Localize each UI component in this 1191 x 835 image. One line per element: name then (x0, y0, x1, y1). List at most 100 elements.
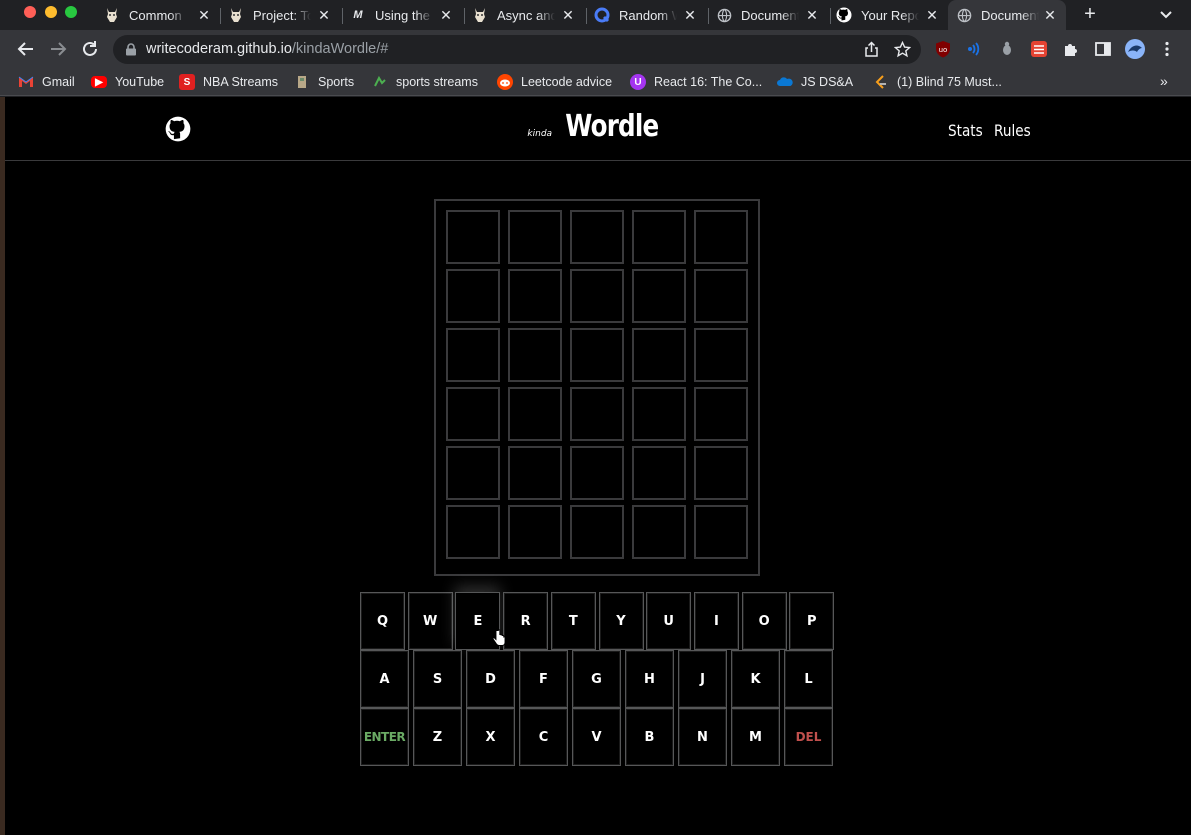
key-g[interactable]: G (572, 650, 621, 708)
browser-tab[interactable]: Your Repo ✕ (836, 0, 948, 30)
board-tile (570, 269, 624, 323)
tab-close-icon[interactable]: ✕ (682, 7, 698, 23)
tab-close-icon[interactable]: ✕ (196, 7, 212, 23)
site-header: kinda Wordle Stats Rules (5, 97, 1191, 161)
browser-tab[interactable]: Common ✕ (104, 0, 220, 30)
audio-extension-icon[interactable] (966, 40, 984, 58)
lock-icon[interactable] (125, 43, 137, 56)
key-h[interactable]: H (625, 650, 674, 708)
key-c[interactable]: C (519, 708, 568, 766)
key-p[interactable]: P (789, 592, 835, 650)
bug-extension-icon[interactable] (998, 40, 1016, 58)
key-m[interactable]: M (731, 708, 780, 766)
browser-tab[interactable]: M Using the ✕ (350, 0, 462, 30)
bookmark-sports-streams[interactable]: sports streams (372, 73, 478, 91)
udemy-icon: U (630, 74, 646, 90)
key-y[interactable]: Y (598, 592, 644, 650)
reload-icon[interactable] (81, 40, 99, 58)
key-enter[interactable]: ENTER (360, 708, 409, 766)
tab-divider (342, 8, 343, 24)
board-tile (446, 387, 500, 441)
key-b[interactable]: B (625, 708, 674, 766)
board-tile (632, 446, 686, 500)
bookmark-blind-75[interactable]: (1) Blind 75 Must... (873, 73, 1002, 91)
key-v[interactable]: V (572, 708, 621, 766)
key-u[interactable]: U (646, 592, 692, 650)
chevron-down-icon[interactable] (1158, 6, 1174, 22)
bookmark-gmail[interactable]: Gmail (18, 73, 75, 91)
more-bookmarks-button[interactable]: » (1160, 73, 1168, 89)
profile-avatar[interactable] (1124, 38, 1146, 60)
share-icon[interactable] (863, 41, 880, 58)
key-l[interactable]: L (784, 650, 833, 708)
tab-close-icon[interactable]: ✕ (316, 7, 332, 23)
maximize-window-button[interactable] (65, 6, 77, 18)
key-i[interactable]: I (693, 592, 739, 650)
key-x[interactable]: X (466, 708, 515, 766)
github-icon (836, 7, 852, 23)
bookmark-js-dsa[interactable]: JS DS&A (777, 73, 853, 91)
new-tab-button[interactable]: + (1080, 4, 1100, 24)
key-q[interactable]: Q (360, 592, 405, 650)
board-tile (632, 210, 686, 264)
browser-tab[interactable]: Project: To ✕ (228, 0, 340, 30)
board-tile (508, 446, 562, 500)
onedrive-icon (777, 74, 793, 90)
tab-divider (586, 8, 587, 24)
bookmark-sports[interactable]: Sports (294, 73, 354, 91)
bookmark-nba-streams[interactable]: S NBA Streams (179, 73, 278, 91)
tab-close-icon[interactable]: ✕ (1042, 7, 1058, 23)
browser-tab[interactable]: Document ✕ (716, 0, 828, 30)
bookmark-react-16[interactable]: U React 16: The Co... (630, 73, 762, 91)
tab-divider (220, 8, 221, 24)
browser-tab[interactable]: Random W ✕ (594, 0, 706, 30)
key-z[interactable]: Z (413, 708, 462, 766)
stats-link[interactable]: Stats (948, 121, 983, 140)
key-t[interactable]: T (550, 592, 596, 650)
ublock-icon[interactable]: uo (934, 40, 952, 58)
address-bar[interactable]: writecoderam.github.io/kindaWordle/# (113, 35, 921, 64)
browser-tab-active[interactable]: Document ✕ (948, 0, 1066, 30)
odin-icon (228, 7, 244, 23)
rules-link[interactable]: Rules (994, 121, 1031, 140)
odin-icon (472, 7, 488, 23)
url-text: writecoderam.github.io/kindaWordle/# (146, 41, 389, 57)
forward-arrow-icon[interactable] (49, 40, 67, 58)
back-arrow-icon[interactable] (17, 40, 35, 58)
key-s[interactable]: S (413, 650, 462, 708)
key-a[interactable]: A (360, 650, 409, 708)
tab-close-icon[interactable]: ✕ (924, 7, 940, 23)
browser-tab[interactable]: Async and ✕ (472, 0, 584, 30)
key-k[interactable]: K (731, 650, 780, 708)
board-tile (446, 446, 500, 500)
medium-icon: M (353, 9, 363, 21)
tab-close-icon[interactable]: ✕ (560, 7, 576, 23)
key-n[interactable]: N (678, 708, 727, 766)
sports-streams-icon (372, 74, 388, 90)
key-f[interactable]: F (519, 650, 568, 708)
tab-close-icon[interactable]: ✕ (438, 7, 454, 23)
board-tile (508, 269, 562, 323)
star-icon[interactable] (893, 40, 912, 58)
key-del[interactable]: DEL (784, 708, 833, 766)
key-o[interactable]: O (741, 592, 787, 650)
board-tile (694, 446, 748, 500)
key-w[interactable]: W (407, 592, 453, 650)
close-window-button[interactable] (24, 6, 36, 18)
key-d[interactable]: D (466, 650, 515, 708)
board-tile (508, 210, 562, 264)
key-r[interactable]: R (503, 592, 549, 650)
leetcode-icon (873, 74, 889, 90)
board-tile (446, 328, 500, 382)
side-panel-icon[interactable] (1094, 40, 1112, 58)
browser-toolbar: writecoderam.github.io/kindaWordle/# uo (0, 30, 1191, 68)
tab-close-icon[interactable]: ✕ (804, 7, 820, 23)
game-board (434, 199, 760, 576)
minimize-window-button[interactable] (45, 6, 57, 18)
key-j[interactable]: J (678, 650, 727, 708)
bookmark-youtube[interactable]: ▶ YouTube (91, 73, 164, 91)
more-menu-icon[interactable] (1158, 40, 1176, 58)
bookmark-leetcode-advice[interactable]: Leetcode advice (497, 73, 612, 91)
puzzle-extensions-icon[interactable] (1062, 40, 1080, 58)
todoist-icon[interactable] (1030, 40, 1048, 58)
